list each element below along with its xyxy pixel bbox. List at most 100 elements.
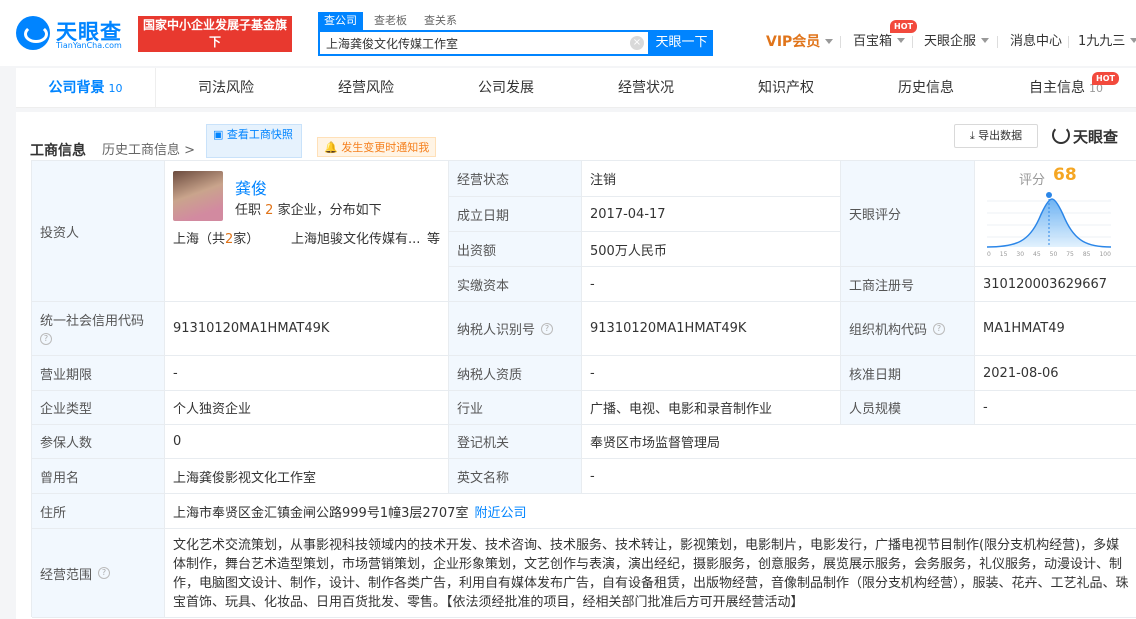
investor-avatar[interactable] — [173, 171, 223, 221]
search-box: × — [318, 30, 650, 56]
english-name-label: 英文名称 — [449, 459, 582, 494]
tax-qualification-value: - — [582, 356, 841, 391]
score-title: 评分 — [1019, 173, 1046, 188]
view-snapshot-button[interactable]: ▣ 查看工商快照 — [206, 124, 302, 158]
score-label: 天眼评分 — [841, 161, 975, 267]
help-icon[interactable]: ? — [541, 322, 554, 335]
help-icon[interactable]: ? — [933, 322, 946, 335]
paid-capital-value: - — [582, 267, 841, 302]
enterprise-service-link[interactable]: 天眼企服 — [924, 32, 990, 52]
org-code-value: MA1HMAT49 — [975, 302, 1136, 356]
tab-intellectual-property[interactable]: 知识产权 — [716, 68, 856, 108]
nav-divider — [840, 36, 841, 48]
address-label: 住所 — [32, 494, 165, 529]
change-notify-button[interactable]: 🔔 发生变更时通知我 — [317, 137, 437, 157]
staff-size-label: 人员规模 — [841, 391, 975, 425]
investor-company-link[interactable]: 上海旭骏文化传媒有... — [291, 228, 420, 247]
reg-no-label: 工商注册号 — [841, 267, 975, 302]
business-info-table: 投资人 龚俊 任职 2 家企业，分布如下 上海（共2家） 上海旭骏文化传媒有..… — [31, 160, 1136, 618]
search-tab-relation[interactable]: 查关系 — [418, 12, 463, 30]
tab-operation-risk[interactable]: 经营风险 — [296, 68, 436, 108]
tax-id-label: 纳税人识别号? — [449, 302, 582, 356]
address-value: 上海市奉贤区金汇镇金闸公路999号1幢3层2707室 附近公司 — [165, 494, 1136, 529]
tab-company-development[interactable]: 公司发展 — [436, 68, 576, 108]
tax-id-value: 91310120MA1HMAT49K — [582, 302, 841, 356]
industry-label: 行业 — [449, 391, 582, 425]
investor-region: 上海（共2家） — [173, 232, 260, 247]
search-input[interactable] — [326, 32, 626, 54]
hot-badge: HOT — [890, 20, 917, 33]
treasure-box-link[interactable]: 百宝箱 — [853, 32, 906, 52]
search-button[interactable]: 天眼一下 — [650, 30, 713, 56]
status-label: 经营状态 — [449, 161, 582, 197]
user-menu[interactable]: 1九九三 — [1078, 32, 1136, 52]
investor-desc: 任职 2 家企业，分布如下 — [235, 203, 382, 218]
credit-code-value: 91310120MA1HMAT49K — [165, 302, 449, 356]
tab-history-info[interactable]: 历史信息 — [856, 68, 996, 108]
capital-label: 出资额 — [449, 232, 582, 267]
eye-logo-icon — [16, 16, 50, 50]
hot-badge: HOT — [1092, 72, 1119, 85]
industry-value: 广播、电视、电影和录音制作业 — [582, 391, 841, 425]
nav-divider — [912, 36, 913, 48]
nav-divider — [1068, 36, 1069, 48]
scope-value: 文化艺术交流策划，从事影视科技领域内的技术开发、技术咨询、技术服务、技术转让，影… — [165, 529, 1136, 618]
approve-date-label: 核准日期 — [841, 356, 975, 391]
download-icon: ⤓ — [969, 129, 979, 142]
help-icon[interactable]: ? — [98, 567, 111, 579]
search-tab-company[interactable]: 查公司 — [318, 12, 363, 30]
term-value: - — [165, 356, 449, 391]
camera-icon: ▣ — [213, 128, 227, 141]
english-name-value: - — [582, 459, 1136, 494]
business-info-card: 工商信息 历史工商信息 > ▣ 查看工商快照 🔔 发生变更时通知我 ⤓ 导出数据… — [16, 112, 1136, 619]
chevron-down-icon — [825, 39, 834, 44]
company-type-label: 企业类型 — [32, 391, 165, 425]
chevron-down-icon — [1130, 38, 1136, 43]
tab-company-background[interactable]: 公司背景 10 — [16, 68, 156, 108]
paid-capital-label: 实缴资本 — [449, 267, 582, 302]
chevron-down-icon — [897, 38, 906, 43]
score-value: 68 — [1053, 165, 1077, 185]
authority-value: 奉贤区市场监督管理局 — [582, 425, 1136, 459]
term-label: 营业期限 — [32, 356, 165, 391]
former-name-label: 曾用名 — [32, 459, 165, 494]
investor-cell: 龚俊 任职 2 家企业，分布如下 上海（共2家） 上海旭骏文化传媒有... 等 — [165, 161, 449, 302]
investor-name[interactable]: 龚俊 — [235, 175, 267, 199]
section-title: 工商信息 — [30, 143, 86, 159]
score-bell-curve — [987, 192, 1111, 248]
slogan-banner: 国家中小企业发展子基金旗下 官方备案企业征信机构 — [138, 16, 292, 66]
search-tab-boss[interactable]: 查老板 — [368, 12, 413, 30]
founded-label: 成立日期 — [449, 197, 582, 232]
credit-code-label: 统一社会信用代码? — [32, 302, 165, 356]
help-icon[interactable]: ? — [40, 333, 52, 345]
score-cell: 评分 68 0 15 30 45 50 75 85 100 — [975, 161, 1136, 267]
tianyancha-watermark: 天眼查 — [1052, 126, 1118, 147]
nearby-companies-link[interactable]: 附近公司 — [474, 502, 526, 521]
status-value: 注销 — [582, 161, 841, 197]
reg-no-value: 310120003629667 — [975, 267, 1136, 302]
bell-icon: 🔔 — [324, 141, 342, 154]
nav-divider — [997, 36, 998, 48]
scope-label: 经营范围? — [32, 529, 165, 618]
approve-date-value: 2021-08-06 — [975, 356, 1136, 391]
former-name-value: 上海龚俊影视文化工作室 — [165, 459, 449, 494]
message-center-link[interactable]: 消息中心 — [1010, 32, 1062, 52]
founded-value: 2017-04-17 — [582, 197, 841, 232]
tianyancha-logo[interactable]: 天眼查 TianYanCha.com — [16, 14, 134, 52]
capital-value: 500万人民币 — [582, 232, 841, 267]
authority-label: 登记机关 — [449, 425, 582, 459]
top-header: 天眼查 TianYanCha.com 国家中小企业发展子基金旗下 官方备案企业征… — [0, 0, 1136, 66]
history-business-info-link[interactable]: 历史工商信息 > — [102, 139, 195, 158]
investor-label: 投资人 — [32, 161, 165, 302]
export-data-button[interactable]: ⤓ 导出数据 — [954, 124, 1038, 148]
score-axis: 0 15 30 45 50 75 85 100 — [987, 251, 1111, 258]
tab-judicial-risk[interactable]: 司法风险 — [156, 68, 296, 108]
company-tabs: 公司背景 10 司法风险 经营风险 公司发展 经营状况 知识产权 历史信息 自主信… — [16, 68, 1136, 108]
investor-etc: 等 — [427, 232, 441, 247]
clear-icon[interactable]: × — [630, 36, 644, 50]
chevron-down-icon — [981, 38, 990, 43]
company-type-value: 个人独资企业 — [165, 391, 449, 425]
tab-operation-status[interactable]: 经营状况 — [576, 68, 716, 108]
insured-value: 0 — [165, 425, 449, 459]
vip-member-link[interactable]: VIP会员 — [766, 32, 834, 52]
